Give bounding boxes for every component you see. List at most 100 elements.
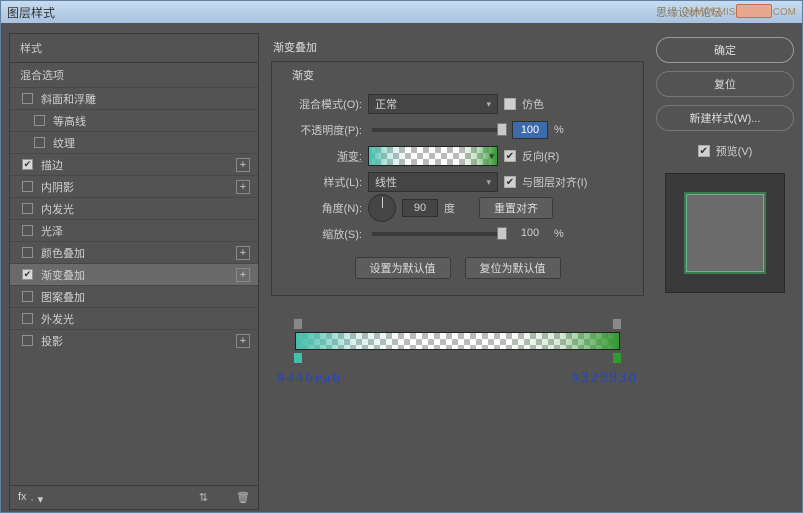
gradient-picker[interactable]: ▾ [368,146,498,166]
hex-right-annotation: #329930 [572,370,639,387]
add-effect-icon[interactable]: + [236,180,250,194]
style-checkbox[interactable] [22,93,33,104]
reset-button[interactable]: 复位 [656,71,794,97]
style-label: 等高线 [53,113,250,129]
slider-thumb[interactable] [497,227,507,240]
add-effect-icon[interactable]: + [236,268,250,282]
styles-panel: 样式 混合选项 斜面和浮雕等高线纹理✔描边+内阴影+内发光光泽颜色叠加+✔渐变叠… [9,33,259,510]
chevron-down-icon: ▾ [486,177,491,188]
action-panel: 确定 复位 新建样式(W)... ✔ 预览(V) [656,33,794,510]
style-item-7[interactable]: 颜色叠加+ [10,241,258,263]
angle-input[interactable]: 90 [402,199,438,217]
slider-thumb[interactable] [497,123,507,136]
style-item-11[interactable]: 投影+ [10,329,258,351]
preview-swatch [684,192,766,274]
hex-left-annotation: #44beab [277,370,342,387]
percent-label: % [554,228,564,240]
align-layer-checkbox[interactable]: ✔ [504,176,516,188]
opacity-stop-left[interactable] [293,318,303,330]
style-checkbox[interactable]: ✔ [22,269,33,280]
blend-mode-label: 混合模式(O): [282,96,362,112]
angle-dial[interactable] [368,194,396,222]
style-item-6[interactable]: 光泽 [10,219,258,241]
add-effect-icon[interactable]: + [236,334,250,348]
align-layer-label: 与图层对齐(I) [522,174,587,190]
style-label: 渐变叠加 [41,267,236,283]
gradient-fieldset: 渐变 混合模式(O): 正常▾ 仿色 不透明度(P): 100 % 渐变: ▾ [271,61,644,296]
gradient-editor: #44beab #329930 [271,318,644,378]
add-effect-icon[interactable]: + [236,158,250,172]
style-checkbox[interactable] [22,181,33,192]
style-checkbox[interactable] [22,291,33,302]
dither-checkbox[interactable] [504,98,516,110]
style-label: 图案叠加 [41,289,250,305]
blend-mode-select[interactable]: 正常▾ [368,94,498,114]
style-item-4[interactable]: 内阴影+ [10,175,258,197]
degree-label: 度 [444,200,455,216]
style-checkbox[interactable] [22,247,33,258]
scale-label: 缩放(S): [282,226,362,242]
fx-menu-icon[interactable]: fx﹒▾ [18,488,43,506]
style-item-0[interactable]: 斜面和浮雕 [10,87,258,109]
reverse-checkbox[interactable]: ✔ [504,150,516,162]
styles-header: 样式 [10,34,258,62]
gradient-overlay-panel: 渐变叠加 渐变 混合模式(O): 正常▾ 仿色 不透明度(P): 100 % 渐… [263,33,652,510]
preview-checkbox[interactable]: ✔ [698,145,710,157]
style-item-1[interactable]: 等高线 [10,109,258,131]
style-item-8[interactable]: ✔ 渐变叠加+ [10,263,258,285]
section-title: 渐变叠加 [273,39,644,55]
new-style-button[interactable]: 新建样式(W)... [656,105,794,131]
angle-label: 角度(N): [282,200,362,216]
chevron-down-icon: ▾ [486,99,491,110]
style-item-9[interactable]: 图案叠加 [10,285,258,307]
color-stop-left[interactable] [293,352,303,364]
gradient-bar[interactable] [295,332,620,350]
preview-label: 预览(V) [716,143,753,159]
style-checkbox[interactable] [34,115,45,126]
style-item-2[interactable]: 纹理 [10,131,258,153]
gradient-label: 渐变: [282,148,362,164]
style-checkbox[interactable] [22,335,33,346]
set-default-button[interactable]: 设置为默认值 [355,257,451,279]
style-label: 内发光 [41,201,250,217]
close-icon[interactable] [736,4,772,18]
style-item-10[interactable]: 外发光 [10,307,258,329]
styles-footer: fx﹒▾ ⇅ 🗑 [10,485,258,509]
reverse-label: 反向(R) [522,148,559,164]
color-stop-right[interactable] [612,352,622,364]
reset-align-button[interactable]: 重置对齐 [479,197,553,219]
add-effect-icon[interactable]: + [236,246,250,260]
style-label: 颜色叠加 [41,245,236,261]
style-checkbox[interactable] [22,203,33,214]
percent-label: % [554,124,564,136]
window-title: 图层样式 [7,4,55,21]
style-checkbox[interactable] [22,225,33,236]
scale-slider[interactable] [372,232,502,236]
opacity-stop-right[interactable] [612,318,622,330]
opacity-input[interactable]: 100 [512,121,548,139]
dither-label: 仿色 [522,96,544,112]
style-item-5[interactable]: 内发光 [10,197,258,219]
style-checkbox[interactable] [22,313,33,324]
style-item-3[interactable]: ✔ 描边+ [10,153,258,175]
chevron-down-icon: ▾ [489,151,494,162]
style-label: 内阴影 [41,179,236,195]
titlebar[interactable]: 图层样式 思缘设计论坛 WWW.MISSYUAN.COM [1,1,802,23]
style-label: 样式(L): [282,174,362,190]
opacity-label: 不透明度(P): [282,122,362,138]
style-label: 投影 [41,333,236,349]
style-label: 描边 [41,157,236,173]
blend-options-header[interactable]: 混合选项 [10,62,258,87]
style-checkbox[interactable]: ✔ [22,159,33,170]
style-label: 斜面和浮雕 [41,91,250,107]
fieldset-legend: 渐变 [288,67,318,83]
style-checkbox[interactable] [34,137,45,148]
scale-input[interactable]: 100 [512,225,548,243]
style-label: 纹理 [53,135,250,151]
style-select[interactable]: 线性▾ [368,172,498,192]
trash-icon[interactable]: 🗑 [236,491,250,504]
ok-button[interactable]: 确定 [656,37,794,63]
up-down-icon[interactable]: ⇅ [199,491,208,504]
reset-default-button[interactable]: 复位为默认值 [465,257,561,279]
opacity-slider[interactable] [372,128,502,132]
